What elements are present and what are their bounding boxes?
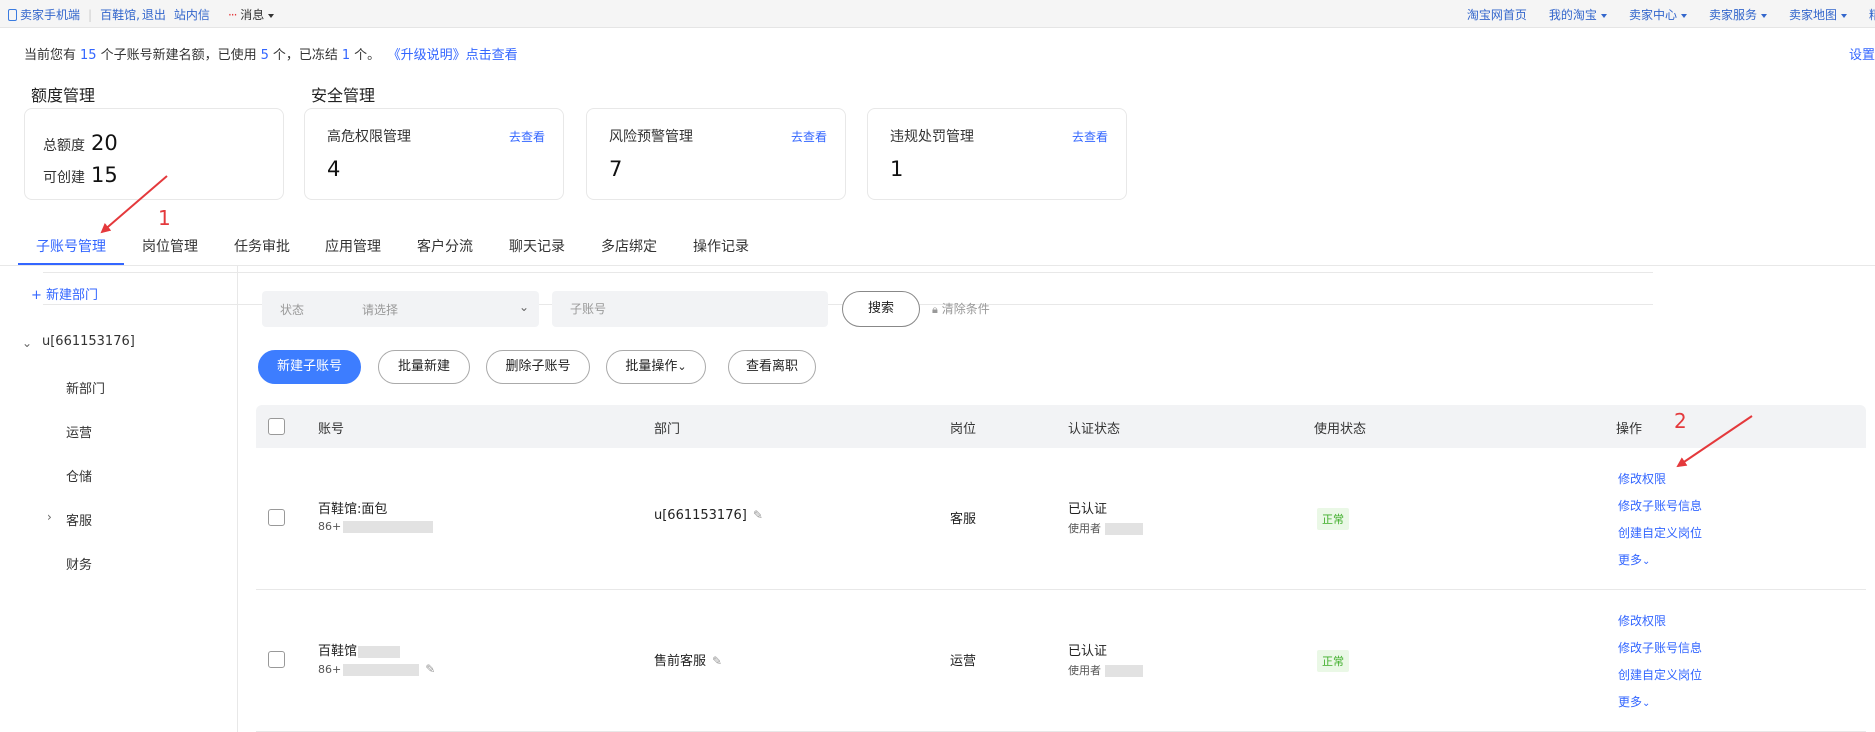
arrow-to-edit-permission (1676, 415, 1753, 468)
arrow-to-sub-account-tab (100, 175, 168, 234)
annotation-arrows (100, 175, 1753, 468)
